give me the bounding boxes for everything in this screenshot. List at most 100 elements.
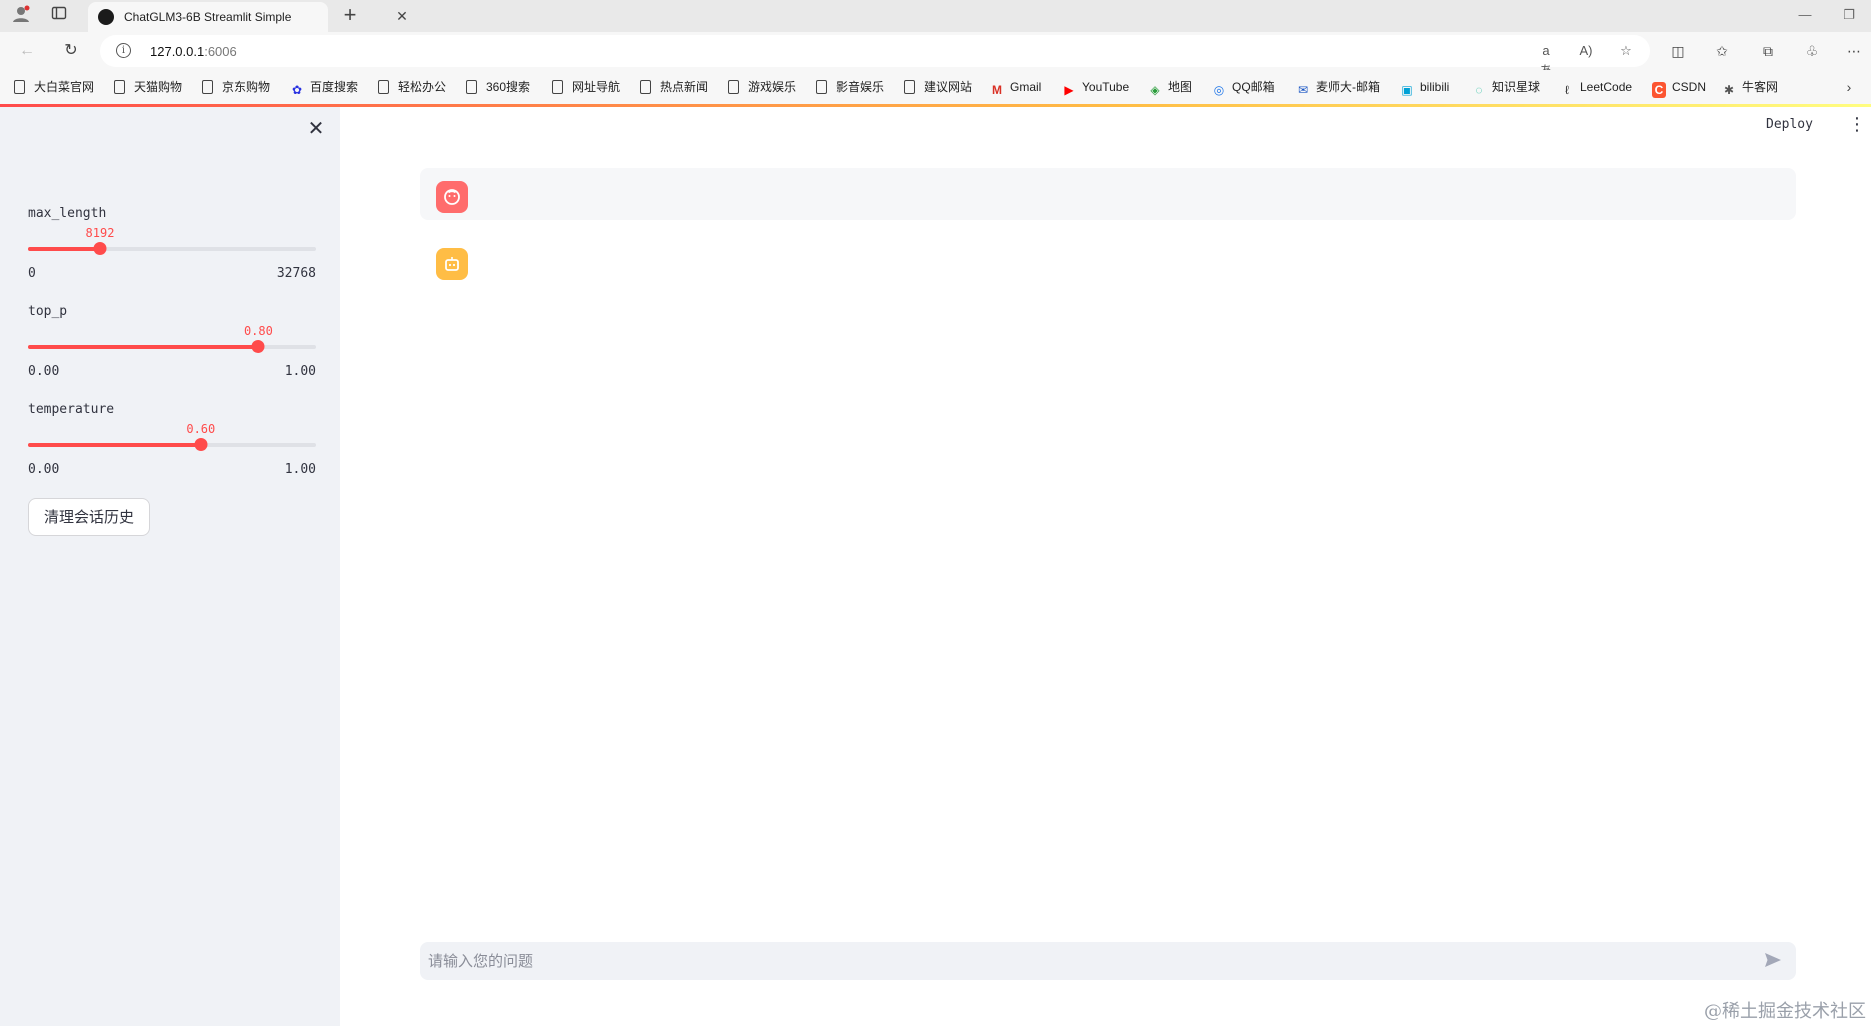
chat-input-container [420,942,1796,980]
restore-icon[interactable]: ❐ [1840,6,1858,24]
bookmark-item[interactable]: 影音娱乐 [816,78,884,96]
bookmark-item[interactable]: 京东购物 [202,78,270,96]
page-icon [728,80,739,94]
close-icon[interactable]: ✕ [394,8,410,24]
bookmark-item[interactable]: ℓ LeetCode [1560,78,1632,97]
bookmark-item[interactable]: 天猫购物 [114,78,182,96]
slider-thumb[interactable] [93,242,107,255]
bookmark-item[interactable]: 游戏娱乐 [728,78,796,96]
streamlit-app: ✕ max_length 8192 0 32768 top_p 0.80 0.0… [0,107,1871,1026]
sidebar: ✕ max_length 8192 0 32768 top_p 0.80 0.0… [0,107,340,1026]
csdn-icon: C [1652,82,1666,98]
collections-icon[interactable]: ⧉ [1758,41,1778,61]
streamlit-favicon-icon [98,9,114,25]
page-icon [640,80,651,94]
slider-thumb[interactable] [194,438,208,451]
slider-max: 32768 [276,266,316,281]
close-icon[interactable]: ✕ [304,117,328,141]
chat-message-assistant [420,235,1796,287]
slider-value: 0.60 [186,422,216,436]
favorite-star-icon[interactable]: ☆ [1616,41,1636,61]
baidu-paw-icon: ✿ [291,83,303,97]
bookmark-item[interactable]: 大白菜官网 [14,78,94,96]
bookmark-item[interactable]: 建议网站 [904,78,972,96]
slider-temperature[interactable]: temperature 0.60 0.00 1.00 [28,402,316,482]
bookmark-item[interactable]: ◎ QQ邮箱 [1212,78,1275,97]
slider-track[interactable] [28,443,316,447]
reload-icon[interactable]: ↻ [60,40,82,62]
bookmark-item[interactable]: ✱ 牛客网 [1722,78,1778,97]
qqmail-icon: ◎ [1213,83,1225,97]
profile-icon[interactable] [10,5,32,27]
slider-min: 0.00 [28,462,60,477]
deploy-button[interactable]: Deploy [1766,117,1813,132]
nowcoder-icon: ✱ [1723,83,1735,97]
bookmark-item[interactable]: ◈ 地图 [1148,78,1192,97]
slider-fill [28,247,100,251]
bookmark-item[interactable]: ▣ bilibili [1400,78,1449,97]
page-icon [114,80,125,94]
chevron-right-icon[interactable]: › [1841,78,1857,96]
mail-icon: ✉ [1297,83,1309,97]
url-text: 127.0.0.1:6006 [150,44,237,59]
gmail-icon: M [992,83,1002,97]
slider-max: 1.00 [284,462,316,477]
slider-max-length[interactable]: max_length 8192 0 32768 [28,206,316,286]
more-menu-icon[interactable]: ⋯ [1844,41,1864,61]
chat-input[interactable] [428,942,1728,980]
extensions-icon[interactable]: ♧ [1802,41,1822,61]
bookmark-item[interactable]: ✿ 百度搜索 [290,78,358,97]
slider-value: 8192 [85,226,115,240]
bookmark-item[interactable]: 360搜索 [466,78,530,96]
read-aloud-icon[interactable]: A) [1576,41,1596,61]
favorites-icon[interactable]: ✩ [1712,41,1732,61]
user-avatar-icon [436,181,468,213]
page-icon [14,80,25,94]
browser-toolbar: ← ↻ i 127.0.0.1:6006 aあ A) ☆ ◫ ✩ ⧉ ♧ ⋯ [0,32,1871,78]
slider-max: 1.00 [284,364,316,379]
page-icon [202,80,213,94]
bookmarks-bar: 大白菜官网 天猫购物 京东购物 ✿ 百度搜索 轻松办公 360搜索 网址导航 热点… [0,70,1871,104]
page-icon [466,80,477,94]
back-arrow-icon[interactable]: ← [16,40,38,62]
bookmark-item[interactable]: ◌ 知识星球 [1472,78,1540,97]
bookmark-item[interactable]: 热点新闻 [640,78,708,96]
new-tab-plus-icon[interactable]: + [338,3,362,27]
slider-track[interactable] [28,345,316,349]
slider-label: top_p [28,304,68,319]
watermark: @稀土掘金技术社区 [1704,1001,1866,1022]
slider-label: temperature [28,402,115,417]
tab-active[interactable]: ChatGLM3-6B Streamlit Simple Demo ✕ [88,2,408,32]
slider-track[interactable] [28,247,316,251]
browser-tab-bar: ChatGLM3-6B Streamlit Simple Demo ✕ + — … [0,0,1871,32]
info-icon[interactable]: i [116,43,131,58]
tab-title: ChatGLM3-6B Streamlit Simple Demo [124,10,294,24]
page-icon [816,80,827,94]
zsxq-icon: ◌ [1475,83,1483,97]
split-screen-icon[interactable]: ◫ [1668,41,1688,61]
send-icon[interactable] [1762,950,1784,972]
slider-top-p[interactable]: top_p 0.80 0.00 1.00 [28,304,316,384]
slider-fill [28,443,201,447]
slider-thumb[interactable] [251,340,265,353]
translate-icon[interactable]: aあ [1536,41,1556,78]
bookmark-item[interactable]: M Gmail [990,78,1041,97]
chat-message-user [420,168,1796,220]
bookmark-item[interactable]: 网址导航 [552,78,620,96]
leetcode-icon: ℓ [1565,83,1569,97]
map-icon: ◈ [1150,83,1160,97]
slider-label: max_length [28,206,107,221]
bookmark-item[interactable]: ✉ 麦师大-邮箱 [1296,78,1380,97]
bookmark-item[interactable]: C CSDN [1652,78,1706,98]
tab-actions-icon[interactable] [48,5,70,27]
slider-value: 0.80 [243,324,273,338]
slider-fill [28,345,259,349]
address-bar[interactable]: i 127.0.0.1:6006 aあ A) ☆ [100,35,1650,78]
main-menu-icon[interactable]: ⋮ [1848,115,1866,133]
minimize-icon[interactable]: — [1796,6,1814,24]
bookmark-item[interactable]: ▶ YouTube [1062,78,1129,97]
bookmark-item[interactable]: 轻松办公 [378,78,446,96]
robot-avatar-icon [436,248,468,280]
slider-min: 0 [28,266,36,281]
clear-history-button[interactable]: 清理会话历史 [28,498,150,536]
